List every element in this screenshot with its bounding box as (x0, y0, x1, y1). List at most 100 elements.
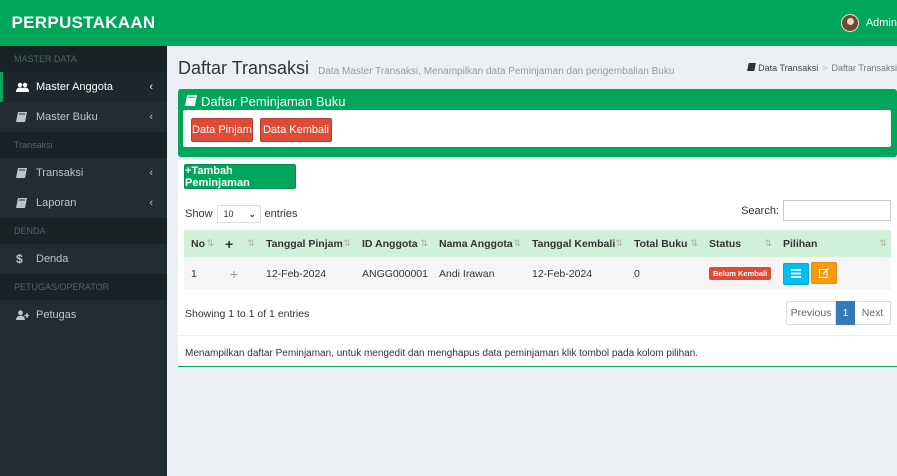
user-menu[interactable]: Admin (840, 0, 897, 46)
search-area: Search: (741, 200, 891, 221)
sort-icon: ⇅ (879, 238, 887, 248)
sort-icon: ⇅ (513, 238, 521, 248)
book-icon (16, 198, 30, 208)
status-badge: Belum Kembali (709, 267, 772, 280)
sidebar-item-label: Laporan (36, 197, 77, 209)
cell-tanggal-kembali: 12-Feb-2024 (532, 267, 593, 280)
avatar (840, 14, 859, 32)
sidebar-item-label: Petugas (36, 309, 77, 321)
col-id-anggota[interactable]: ID Anggota ⇅ (355, 230, 432, 257)
chevron-left-icon: ‹ (149, 81, 153, 93)
cell-status: Belum Kembali (702, 257, 776, 290)
col-status[interactable]: Status ⇅ (702, 230, 776, 257)
sidebar-item-master-buku[interactable]: Master Buku ‹ (0, 102, 167, 132)
data-pinjam-button[interactable]: Data Pinjam (191, 118, 253, 142)
col-pilihan[interactable]: Pilihan ⇅ (776, 230, 891, 257)
chevron-left-icon: ‹ (149, 197, 153, 209)
edit-button[interactable] (811, 262, 837, 285)
user-name: Admin (865, 17, 897, 29)
top-navbar: Admin (167, 0, 897, 46)
entries-length: Show 10 ⌄ entries (185, 205, 298, 223)
cell-total-buku: 0 (634, 267, 640, 280)
entries-select[interactable]: 10 ⌄ (216, 205, 261, 223)
table-panel: +Tambah Peminjaman Show 10 ⌄ entries Sea… (178, 160, 897, 367)
sidebar-item-label: Master Anggota (36, 81, 114, 93)
page-1-button[interactable]: 1 (836, 301, 855, 325)
sidebar-item-master-anggota[interactable]: Master Anggota ‹ (0, 72, 167, 102)
expand-icon[interactable]: + (218, 257, 259, 290)
sort-icon: ⇅ (764, 238, 772, 248)
entries-select-value: 10 (223, 209, 234, 219)
content-header: Daftar Transaksi Data Master Transaksi, … (178, 58, 897, 80)
page-subtitle: Data Master Transaksi, Menampilkan data … (318, 66, 675, 77)
book-icon (746, 63, 759, 73)
sidebar-item-label: Master Buku (36, 111, 98, 123)
chevron-left-icon: ‹ (149, 167, 153, 179)
show-label: Show (185, 208, 213, 220)
table-note: Menampilkan daftar Peminjaman, untuk men… (185, 348, 699, 359)
detail-button[interactable] (783, 262, 809, 285)
edit-icon (819, 268, 829, 279)
box-body: Data Pinjam Data Kembali (183, 110, 891, 147)
dollar-icon: $ (16, 252, 23, 266)
book-icon (185, 94, 197, 109)
sidebar-item-transaksi[interactable]: Transaksi ‹ (0, 158, 167, 188)
previous-button[interactable]: Previous (786, 301, 836, 325)
next-button[interactable]: Next (855, 301, 891, 325)
users-icon (16, 82, 30, 92)
pagination: Previous 1 Next (786, 301, 891, 325)
sidebar-item-label: Transaksi (36, 167, 84, 179)
col-tanggal-kembali[interactable]: Tanggal Kembali ⇅ (525, 230, 627, 257)
sort-icon: ⇅ (690, 238, 698, 248)
sidebar-item-denda[interactable]: $ Denda (0, 244, 167, 274)
col-expand[interactable]: + ⇅ (218, 230, 259, 257)
table-row: 1 + 12-Feb-2024 ANGG000001 Andi Irawan 1… (184, 257, 891, 290)
col-total-buku[interactable]: Total Buku ⇅ (627, 230, 702, 257)
cell-pilihan (776, 257, 891, 290)
breadcrumb: Data Transaksi > Daftar Transaksi (746, 63, 897, 73)
cell-id-anggota: ANGG000001 (362, 267, 428, 280)
sidebar-section-header: DENDA (0, 218, 167, 244)
breadcrumb-current: Daftar Transaksi (831, 63, 897, 73)
divider (178, 335, 897, 336)
sort-icon: ⇅ (343, 238, 351, 248)
book-icon (16, 112, 30, 122)
sidebar: PERPUSTAKAAN MASTER DATA Master Anggota … (0, 0, 167, 476)
table-header-row: No ⇅ + ⇅ Tanggal Pinjam ⇅ ID Anggota ⇅ Nama … (184, 230, 891, 257)
box-title-text: Daftar Peminjaman Buku (201, 94, 346, 109)
sidebar-section-header: PETUGAS/OPERATOR (0, 274, 167, 300)
transaksi-table: No ⇅ + ⇅ Tanggal Pinjam ⇅ ID Anggota ⇅ Nama … (184, 230, 891, 290)
search-label: Search: (741, 204, 779, 217)
col-tanggal-pinjam[interactable]: Tanggal Pinjam ⇅ (259, 230, 355, 257)
search-input[interactable] (783, 200, 891, 221)
table-info: Showing 1 to 1 of 1 entries (185, 308, 310, 320)
brand-logo[interactable]: PERPUSTAKAAN (0, 0, 167, 46)
sidebar-item-laporan[interactable]: Laporan ‹ (0, 188, 167, 218)
sort-icon: ⇅ (420, 238, 428, 248)
add-peminjaman-button[interactable]: +Tambah Peminjaman (184, 164, 296, 189)
user-plus-icon (16, 310, 30, 320)
entries-label: entries (264, 208, 298, 220)
sidebar-item-label: Denda (36, 253, 69, 265)
book-icon (16, 168, 30, 178)
cell-tanggal-pinjam: 12-Feb-2024 (266, 267, 327, 280)
chevron-left-icon: ‹ (149, 111, 153, 123)
cell-no: 1 (191, 267, 197, 280)
col-nama-anggota[interactable]: Nama Anggota ⇅ (432, 230, 525, 257)
peminjaman-box: Daftar Peminjaman Buku Data Pinjam Data … (178, 89, 897, 157)
sort-icon: ⇅ (247, 238, 255, 248)
chevron-down-icon: ⌄ (248, 209, 256, 219)
data-kembali-button[interactable]: Data Kembali (260, 118, 332, 142)
box-title: Daftar Peminjaman Buku (185, 94, 346, 109)
list-icon (791, 269, 801, 279)
sidebar-item-petugas[interactable]: Petugas (0, 300, 167, 330)
col-no[interactable]: No ⇅ (184, 230, 218, 257)
page-title: Daftar Transaksi (178, 58, 310, 78)
cell-nama-anggota: Andi Irawan (439, 267, 495, 280)
sidebar-section-header: MASTER DATA (0, 46, 167, 72)
sort-asc-icon: ⇅ (206, 238, 214, 248)
sidebar-section-header: Transaksi (0, 132, 167, 158)
breadcrumb-item[interactable]: Data Transaksi (758, 63, 818, 73)
sort-icon: ⇅ (615, 238, 623, 248)
breadcrumb-separator: > (822, 63, 828, 73)
